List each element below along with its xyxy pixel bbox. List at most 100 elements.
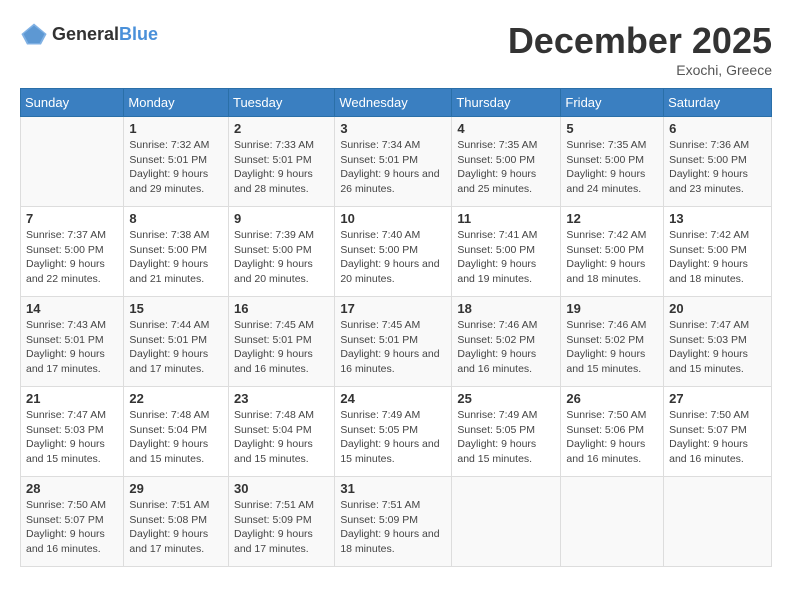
calendar-week-row: 28Sunrise: 7:50 AMSunset: 5:07 PMDayligh… <box>21 477 772 567</box>
calendar-cell: 9Sunrise: 7:39 AMSunset: 5:00 PMDaylight… <box>228 207 334 297</box>
day-info: Sunrise: 7:35 AMSunset: 5:00 PMDaylight:… <box>566 138 658 197</box>
day-number: 31 <box>340 481 446 496</box>
calendar-body: 1 Sunrise: 7:32 AMSunset: 5:01 PMDaylight… <box>21 117 772 567</box>
day-info: Sunrise: 7:47 AMSunset: 5:03 PMDaylight:… <box>26 408 118 467</box>
calendar-cell: 25 Sunrise: 7:49 AMSunset: 5:05 PMDayligh… <box>452 387 561 477</box>
calendar-cell: 5Sunrise: 7:35 AMSunset: 5:00 PMDaylight… <box>561 117 664 207</box>
calendar-cell: 24Sunrise: 7:49 AMSunset: 5:05 PMDayligh… <box>335 387 452 477</box>
calendar-cell: 18Sunrise: 7:46 AMSunset: 5:02 PMDayligh… <box>452 297 561 387</box>
logo-icon <box>20 20 48 48</box>
day-number: 1 <box>129 121 223 136</box>
title-block: December 2025 Exochi, Greece <box>508 20 772 78</box>
calendar-cell <box>561 477 664 567</box>
day-info: Sunrise: 7:50 AMSunset: 5:07 PMDaylight:… <box>669 408 766 467</box>
calendar-header: SundayMondayTuesdayWednesdayThursdayFrid… <box>21 89 772 117</box>
calendar-cell: 11 Sunrise: 7:41 AMSunset: 5:00 PMDayligh… <box>452 207 561 297</box>
calendar-cell: 31Sunrise: 7:51 AMSunset: 5:09 PMDayligh… <box>335 477 452 567</box>
weekday-header: Tuesday <box>228 89 334 117</box>
calendar-cell: 21 Sunrise: 7:47 AMSunset: 5:03 PMDayligh… <box>21 387 124 477</box>
day-number: 19 <box>566 301 658 316</box>
calendar-cell: 17 Sunrise: 7:45 AMSunset: 5:01 PMDayligh… <box>335 297 452 387</box>
logo-general: General <box>52 24 119 44</box>
logo-blue: Blue <box>119 24 158 44</box>
weekday-row: SundayMondayTuesdayWednesdayThursdayFrid… <box>21 89 772 117</box>
day-number: 7 <box>26 211 118 226</box>
day-info: Sunrise: 7:48 AMSunset: 5:04 PMDaylight:… <box>234 408 329 467</box>
day-info: Sunrise: 7:49 AMSunset: 5:05 PMDaylight:… <box>457 408 555 467</box>
day-info: Sunrise: 7:37 AMSunset: 5:00 PMDaylight:… <box>26 228 118 287</box>
calendar-cell: 19Sunrise: 7:46 AMSunset: 5:02 PMDayligh… <box>561 297 664 387</box>
calendar-cell: 10 Sunrise: 7:40 AMSunset: 5:00 PMDayligh… <box>335 207 452 297</box>
day-info: Sunrise: 7:42 AMSunset: 5:00 PMDaylight:… <box>669 228 766 287</box>
calendar-cell: 16Sunrise: 7:45 AMSunset: 5:01 PMDayligh… <box>228 297 334 387</box>
calendar-cell <box>664 477 772 567</box>
calendar-week-row: 21 Sunrise: 7:47 AMSunset: 5:03 PMDayligh… <box>21 387 772 477</box>
day-info: Sunrise: 7:46 AMSunset: 5:02 PMDaylight:… <box>457 318 555 377</box>
calendar-cell: 20 Sunrise: 7:47 AMSunset: 5:03 PMDayligh… <box>664 297 772 387</box>
day-number: 10 <box>340 211 446 226</box>
day-number: 25 <box>457 391 555 406</box>
day-number: 12 <box>566 211 658 226</box>
day-number: 9 <box>234 211 329 226</box>
calendar-cell: 27 Sunrise: 7:50 AMSunset: 5:07 PMDayligh… <box>664 387 772 477</box>
day-info: Sunrise: 7:50 AMSunset: 5:06 PMDaylight:… <box>566 408 658 467</box>
calendar-cell <box>452 477 561 567</box>
weekday-header: Monday <box>124 89 229 117</box>
day-number: 13 <box>669 211 766 226</box>
day-number: 26 <box>566 391 658 406</box>
logo: GeneralBlue <box>20 20 158 48</box>
day-info: Sunrise: 7:51 AMSunset: 5:09 PMDaylight:… <box>234 498 329 557</box>
day-info: Sunrise: 7:32 AMSunset: 5:01 PMDaylight:… <box>129 138 223 197</box>
calendar-cell: 8 Sunrise: 7:38 AMSunset: 5:00 PMDaylight… <box>124 207 229 297</box>
calendar-cell: 23Sunrise: 7:48 AMSunset: 5:04 PMDayligh… <box>228 387 334 477</box>
day-number: 14 <box>26 301 118 316</box>
day-info: Sunrise: 7:47 AMSunset: 5:03 PMDaylight:… <box>669 318 766 377</box>
calendar-cell: 3Sunrise: 7:34 AMSunset: 5:01 PMDaylight… <box>335 117 452 207</box>
page-header: GeneralBlue December 2025 Exochi, Greece <box>20 20 772 78</box>
day-number: 16 <box>234 301 329 316</box>
calendar-cell: 7 Sunrise: 7:37 AMSunset: 5:00 PMDaylight… <box>21 207 124 297</box>
calendar-cell: 4Sunrise: 7:35 AMSunset: 5:00 PMDaylight… <box>452 117 561 207</box>
calendar-cell: 28Sunrise: 7:50 AMSunset: 5:07 PMDayligh… <box>21 477 124 567</box>
calendar-cell: 29 Sunrise: 7:51 AMSunset: 5:08 PMDayligh… <box>124 477 229 567</box>
day-info: Sunrise: 7:45 AMSunset: 5:01 PMDaylight:… <box>340 318 446 377</box>
calendar-cell: 30Sunrise: 7:51 AMSunset: 5:09 PMDayligh… <box>228 477 334 567</box>
day-number: 24 <box>340 391 446 406</box>
day-number: 2 <box>234 121 329 136</box>
day-info: Sunrise: 7:40 AMSunset: 5:00 PMDaylight:… <box>340 228 446 287</box>
day-number: 11 <box>457 211 555 226</box>
calendar-cell: 15Sunrise: 7:44 AMSunset: 5:01 PMDayligh… <box>124 297 229 387</box>
day-number: 3 <box>340 121 446 136</box>
calendar-week-row: 7 Sunrise: 7:37 AMSunset: 5:00 PMDaylight… <box>21 207 772 297</box>
calendar-cell: 22Sunrise: 7:48 AMSunset: 5:04 PMDayligh… <box>124 387 229 477</box>
weekday-header: Saturday <box>664 89 772 117</box>
day-number: 8 <box>129 211 223 226</box>
calendar-week-row: 14 Sunrise: 7:43 AMSunset: 5:01 PMDayligh… <box>21 297 772 387</box>
calendar-cell: 6 Sunrise: 7:36 AMSunset: 5:00 PMDaylight… <box>664 117 772 207</box>
location: Exochi, Greece <box>508 62 772 78</box>
calendar-cell: 2 Sunrise: 7:33 AMSunset: 5:01 PMDaylight… <box>228 117 334 207</box>
day-number: 17 <box>340 301 446 316</box>
day-info: Sunrise: 7:43 AMSunset: 5:01 PMDaylight:… <box>26 318 118 377</box>
day-number: 20 <box>669 301 766 316</box>
calendar-table: SundayMondayTuesdayWednesdayThursdayFrid… <box>20 88 772 567</box>
day-info: Sunrise: 7:44 AMSunset: 5:01 PMDaylight:… <box>129 318 223 377</box>
day-info: Sunrise: 7:51 AMSunset: 5:08 PMDaylight:… <box>129 498 223 557</box>
logo-text: GeneralBlue <box>52 24 158 45</box>
calendar-cell: 26 Sunrise: 7:50 AMSunset: 5:06 PMDayligh… <box>561 387 664 477</box>
day-number: 6 <box>669 121 766 136</box>
calendar-cell: 1 Sunrise: 7:32 AMSunset: 5:01 PMDaylight… <box>124 117 229 207</box>
day-number: 4 <box>457 121 555 136</box>
day-number: 28 <box>26 481 118 496</box>
calendar-cell: 12 Sunrise: 7:42 AMSunset: 5:00 PMDayligh… <box>561 207 664 297</box>
day-info: Sunrise: 7:42 AMSunset: 5:00 PMDaylight:… <box>566 228 658 287</box>
day-info: Sunrise: 7:38 AMSunset: 5:00 PMDaylight:… <box>129 228 223 287</box>
weekday-header: Friday <box>561 89 664 117</box>
day-info: Sunrise: 7:33 AMSunset: 5:01 PMDaylight:… <box>234 138 329 197</box>
month-title: December 2025 <box>508 20 772 62</box>
day-number: 29 <box>129 481 223 496</box>
day-number: 27 <box>669 391 766 406</box>
day-info: Sunrise: 7:41 AMSunset: 5:00 PMDaylight:… <box>457 228 555 287</box>
day-info: Sunrise: 7:36 AMSunset: 5:00 PMDaylight:… <box>669 138 766 197</box>
day-number: 21 <box>26 391 118 406</box>
